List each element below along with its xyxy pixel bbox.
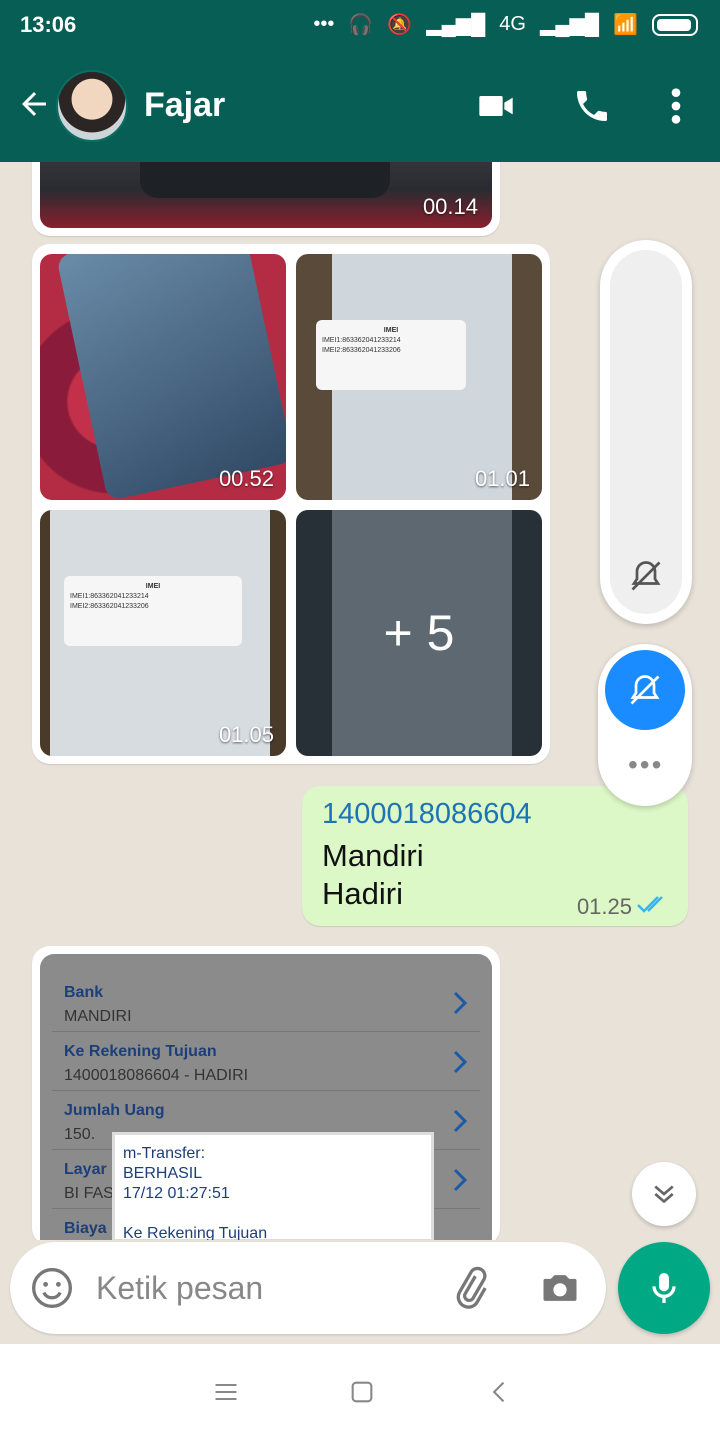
- status-time: 13:06: [20, 12, 77, 37]
- media-tile[interactable]: IMEI IMEI1:863362041233214 IMEI2:8633620…: [296, 254, 542, 500]
- home-nav-icon[interactable]: [348, 1378, 376, 1406]
- battery-icon: [652, 13, 698, 36]
- media-tile[interactable]: 00.52: [40, 254, 286, 500]
- system-nav-bar: [0, 1344, 720, 1440]
- chevron-right-icon: [453, 1109, 468, 1133]
- floating-widget[interactable]: [600, 240, 692, 624]
- image-message[interactable]: Bank MANDIRI Ke Rekening Tujuan 14000180…: [32, 946, 500, 1240]
- message-time: 01.25: [576, 894, 632, 919]
- imei-dialog: IMEI IMEI1:863362041233214 IMEI2:8633620…: [316, 320, 466, 390]
- scroll-to-bottom-button[interactable]: [632, 1162, 696, 1226]
- media-grid-message: 00.52 IMEI IMEI1:863362041233214 IMEI2:8…: [32, 244, 550, 764]
- transfer-toast: m-Transfer: BERHASIL 17/12 01:27:51 Ke R…: [112, 1132, 434, 1240]
- more-media-count: + 5: [296, 510, 542, 756]
- message-line: Hadiri: [322, 876, 403, 911]
- tile-time: 01.05: [218, 722, 274, 747]
- status-icons: ••• 🎧 🔕 ▂▄▆█ 4G ▂▄▆█ 📶: [313, 12, 698, 37]
- bank-row: Ke Rekening Tujuan 1400018086604 - HADIR…: [52, 1033, 480, 1091]
- message-input[interactable]: [96, 1266, 426, 1310]
- voice-message-button[interactable]: [618, 1242, 710, 1334]
- headphones-icon: 🎧: [348, 14, 374, 36]
- signal-icon: ▂▄▆█: [426, 14, 486, 36]
- message-line: Mandiri: [322, 838, 424, 873]
- more-dots-icon[interactable]: •••: [628, 751, 663, 779]
- media-tile-more[interactable]: + 5: [296, 510, 542, 756]
- camera-icon[interactable]: [538, 1266, 582, 1310]
- video-thumbnail[interactable]: 00.14: [40, 162, 492, 228]
- tile-time: 01.01: [474, 466, 530, 491]
- attach-icon[interactable]: [448, 1266, 492, 1310]
- signal-icon-2: ▂▄▆█: [539, 14, 600, 36]
- contact-avatar[interactable]: [56, 70, 128, 142]
- bell-off-icon: [630, 675, 660, 705]
- voice-call-icon[interactable]: [572, 86, 612, 126]
- mute-toggle-button[interactable]: [605, 650, 685, 730]
- compose-bar: [10, 1242, 606, 1334]
- contact-name[interactable]: Fajar: [144, 86, 225, 125]
- image-thumbnail[interactable]: Bank MANDIRI Ke Rekening Tujuan 14000180…: [40, 954, 492, 1240]
- tile-time: 00.52: [218, 466, 274, 491]
- chevron-right-icon: [453, 1050, 468, 1074]
- video-message[interactable]: 00.14: [32, 162, 500, 236]
- imei-dialog: IMEI IMEI1:863362041233214 IMEI2:8633620…: [64, 576, 242, 646]
- muted-icon: 🔕: [387, 14, 413, 36]
- chevron-right-icon: [453, 1168, 468, 1192]
- more-notifications-icon: •••: [313, 13, 335, 35]
- message-time: 00.14: [422, 194, 478, 219]
- account-number-link[interactable]: 1400018086604: [322, 798, 532, 831]
- network-type: 4G: [499, 13, 526, 35]
- video-call-icon[interactable]: [474, 86, 518, 126]
- wifi-icon: 📶: [613, 14, 638, 36]
- back-nav-icon[interactable]: [486, 1378, 514, 1406]
- chat-area[interactable]: 00.14 00.52 IMEI IMEI1:863362041233214 I…: [0, 162, 720, 1240]
- bell-off-icon[interactable]: [628, 558, 664, 594]
- double-chevron-down-icon: [654, 1185, 674, 1204]
- chevron-right-icon: [453, 991, 468, 1015]
- mic-icon: [652, 1273, 676, 1303]
- status-bar: 13:06 ••• 🎧 🔕 ▂▄▆█ 4G ▂▄▆█ 📶: [0, 0, 720, 52]
- back-arrow-icon[interactable]: [16, 86, 52, 122]
- media-tile[interactable]: IMEI IMEI1:863362041233214 IMEI2:8633620…: [40, 510, 286, 756]
- outgoing-message[interactable]: 1400018086604 Mandiri Hadiri 01.25: [302, 786, 688, 926]
- emoji-icon[interactable]: [30, 1266, 74, 1310]
- bank-row: Bank MANDIRI: [52, 974, 480, 1032]
- menu-nav-icon[interactable]: [212, 1378, 240, 1406]
- read-receipt-icon: [637, 896, 663, 913]
- chat-header: Fajar: [0, 52, 720, 162]
- more-options-icon[interactable]: [662, 86, 690, 126]
- floating-widget-controls: •••: [598, 644, 692, 806]
